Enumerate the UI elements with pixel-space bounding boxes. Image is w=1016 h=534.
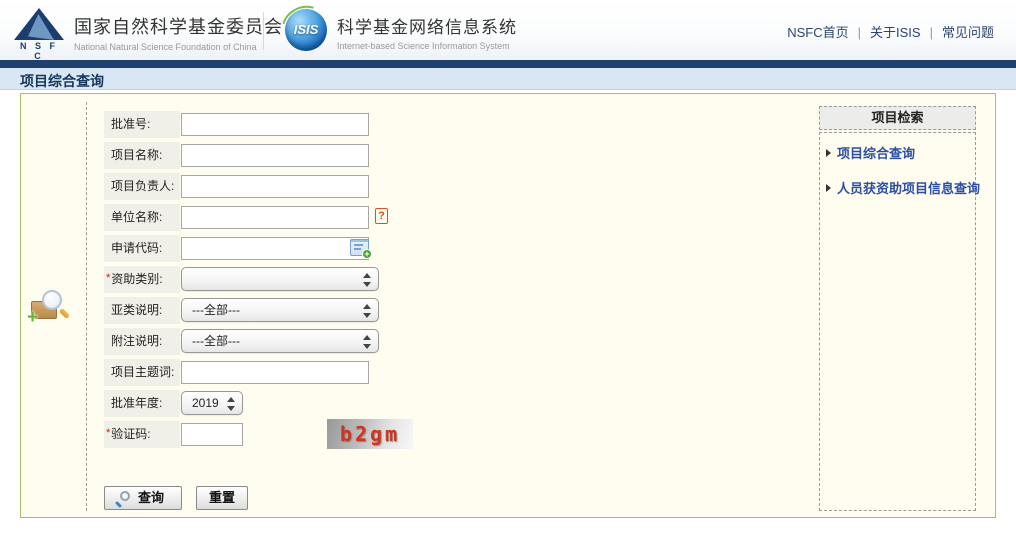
- bullet-triangle-icon: [826, 184, 831, 192]
- project-leader-label: 项目负责人:: [104, 173, 180, 200]
- search-icon: [115, 491, 130, 506]
- annotation-label: 附注说明:: [104, 328, 180, 355]
- sidebar-item-person-funded-search[interactable]: 人员获资助项目信息查询: [826, 178, 975, 197]
- funding-category-select[interactable]: [181, 267, 379, 291]
- annotation-value: ---全部---: [192, 334, 240, 348]
- picker-icon-header: [351, 240, 368, 242]
- subclass-value: ---全部---: [192, 303, 240, 317]
- sidebar-links-box: 项目综合查询 人员获资助项目信息查询: [819, 132, 976, 511]
- nsfc-subtitle: National Natural Science Foundation of C…: [74, 42, 283, 52]
- funding-category-label-text: 资助类别:: [111, 272, 162, 286]
- search-button-label: 查询: [138, 490, 164, 505]
- subclass-select[interactable]: ---全部---: [181, 298, 379, 322]
- approval-year-select[interactable]: 2019: [181, 391, 243, 415]
- project-leader-input[interactable]: [181, 175, 369, 198]
- keywords-label: 项目主题词:: [104, 359, 180, 386]
- select-stepper-icon: [363, 303, 371, 319]
- page-title: 项目综合查询: [20, 71, 104, 91]
- picker-icon-line: [354, 248, 361, 250]
- funding-category-label: *资助类别:: [104, 266, 180, 293]
- nav-link-faq[interactable]: 常见问题: [942, 25, 994, 40]
- application-code-input[interactable]: [181, 237, 369, 260]
- approval-number-label: 批准号:: [104, 111, 180, 138]
- nav-separator: |: [849, 25, 870, 40]
- required-marker: *: [106, 272, 110, 284]
- select-stepper-icon: [363, 272, 371, 288]
- logo-divider: [263, 12, 264, 50]
- search-button[interactable]: 查询: [104, 486, 182, 510]
- project-name-label: 项目名称:: [104, 142, 180, 169]
- plus-icon: +: [27, 307, 38, 329]
- project-search-page: N S F C 国家自然科学基金委员会 National Natural Sci…: [0, 0, 1016, 534]
- captcha-image: b2gm: [327, 419, 413, 449]
- approval-year-label: 批准年度:: [104, 390, 180, 417]
- search-add-icon: +: [29, 289, 71, 329]
- code-picker-icon[interactable]: +: [350, 239, 369, 256]
- subclass-label: 亚类说明:: [104, 297, 180, 324]
- nav-separator: |: [921, 25, 942, 40]
- captcha-label: *验证码:: [104, 421, 180, 448]
- project-name-input[interactable]: [181, 144, 369, 167]
- magnifier-handle-icon: [59, 308, 70, 319]
- nav-link-nsfc-home[interactable]: NSFC首页: [787, 25, 848, 40]
- reset-button-label: 重置: [209, 490, 235, 505]
- institution-name-input[interactable]: [181, 206, 369, 229]
- picker-icon-line: [354, 244, 363, 246]
- isis-brand-text: 科学基金网络信息系统 Internet-based Science Inform…: [337, 13, 517, 51]
- keywords-input[interactable]: [181, 361, 369, 384]
- sidebar-link-person-funded-search[interactable]: 人员获资助项目信息查询: [837, 181, 980, 196]
- nsfc-title: 国家自然科学基金委员会: [74, 13, 283, 39]
- reset-button[interactable]: 重置: [196, 486, 248, 510]
- isis-title: 科学基金网络信息系统: [337, 13, 517, 38]
- magnifier-lens-icon: [42, 290, 62, 310]
- navy-bar: [0, 60, 1016, 68]
- approval-year-value: 2019: [192, 396, 219, 410]
- top-nav: NSFC首页|关于ISIS|常见问题: [787, 22, 994, 41]
- main-panel: + 批准号: 项目名称: 项目负责人: 单位名称: ? 申请代码:: [20, 93, 996, 518]
- picker-plus-icon: +: [362, 249, 372, 259]
- nsfc-logo: N S F C: [14, 8, 64, 52]
- sidebar-title: 项目检索: [819, 106, 976, 130]
- title-strip: 项目综合查询: [0, 68, 1016, 90]
- bullet-triangle-icon: [826, 149, 831, 157]
- sidebar-item-project-search[interactable]: 项目综合查询: [826, 143, 975, 162]
- select-stepper-icon: [363, 334, 371, 350]
- isis-logo-text: ISIS: [285, 22, 327, 37]
- captcha-input[interactable]: [181, 423, 243, 446]
- icon-column-divider: [86, 102, 87, 511]
- nav-link-about-isis[interactable]: 关于ISIS: [870, 25, 921, 40]
- isis-globe-icon: ISIS: [285, 9, 327, 51]
- sidebar-link-project-search[interactable]: 项目综合查询: [837, 146, 915, 161]
- isis-subtitle: Internet-based Science Information Syste…: [337, 41, 517, 51]
- institution-name-label: 单位名称:: [104, 204, 180, 231]
- required-marker: *: [106, 427, 110, 439]
- captcha-label-text: 验证码:: [111, 427, 150, 441]
- help-icon[interactable]: ?: [375, 208, 388, 224]
- approval-number-input[interactable]: [181, 113, 369, 136]
- annotation-select[interactable]: ---全部---: [181, 329, 379, 353]
- application-code-label: 申请代码:: [104, 235, 180, 262]
- site-header: N S F C 国家自然科学基金委员会 National Natural Sci…: [0, 0, 1016, 60]
- nsfc-brand-text: 国家自然科学基金委员会 National Natural Science Fou…: [74, 13, 283, 52]
- select-stepper-icon: [227, 396, 235, 412]
